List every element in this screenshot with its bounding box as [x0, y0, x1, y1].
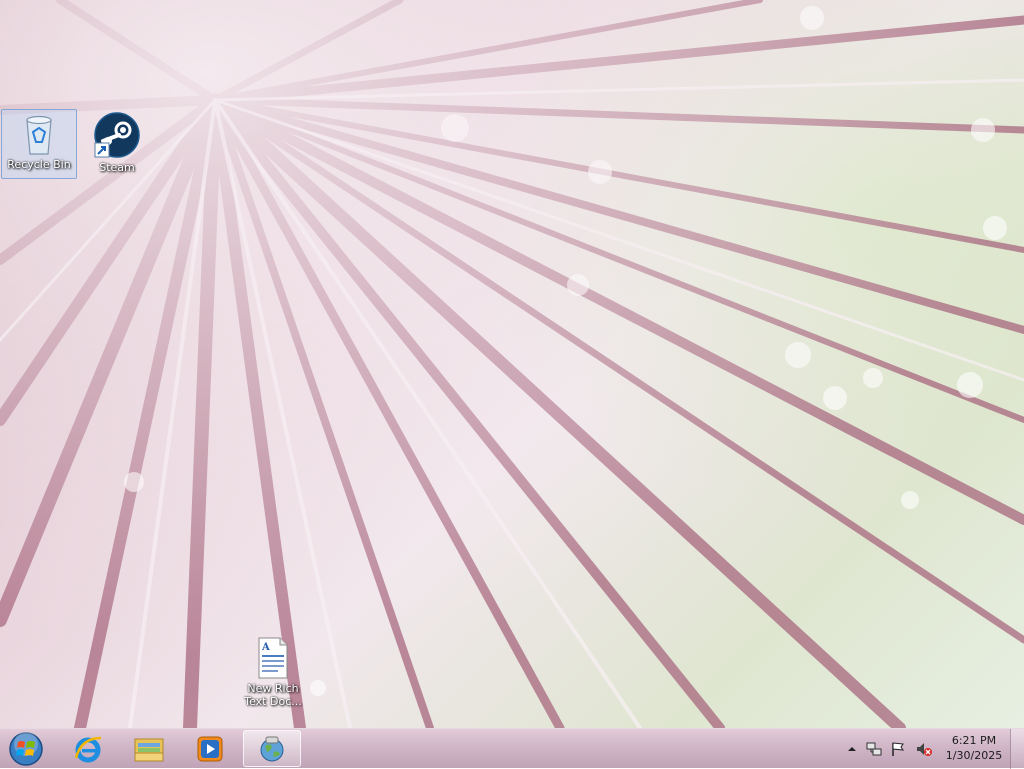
volume-muted-icon[interactable]: [916, 741, 932, 757]
desktop-icon-label: New Rich Text Doc...: [244, 682, 302, 708]
taskbar: 6:21 PM 1/30/2025: [0, 728, 1024, 769]
desktop[interactable]: Recycle Bin Steam A New Rich Text Doc...: [0, 0, 1024, 728]
desktop-icon-steam[interactable]: Steam: [79, 109, 155, 179]
desktop-icon-recycle-bin[interactable]: Recycle Bin: [1, 109, 77, 179]
taskbar-network-connection[interactable]: [243, 730, 301, 767]
desktop-icon-label: Steam: [99, 161, 135, 174]
svg-text:A: A: [261, 642, 270, 653]
steam-icon: [94, 112, 140, 158]
internet-explorer-icon: [74, 736, 102, 762]
taskbar-windows-explorer[interactable]: [120, 730, 178, 767]
taskbar-clock[interactable]: 6:21 PM 1/30/2025: [940, 733, 1008, 763]
network-globe-icon: [260, 736, 284, 761]
clock-time: 6:21 PM: [951, 734, 997, 747]
rich-text-document-icon: A: [258, 637, 288, 679]
action-center-flag-icon[interactable]: [890, 741, 906, 757]
desktop-icon-label: Recycle Bin: [7, 158, 71, 171]
show-hidden-icons-arrow[interactable]: [844, 741, 860, 757]
show-desktop-button[interactable]: [1010, 729, 1024, 769]
taskbar-internet-explorer[interactable]: [59, 730, 117, 767]
recycle-bin-icon: [26, 115, 52, 155]
desktop-icon-new-rich-text-document[interactable]: A New Rich Text Doc...: [235, 634, 311, 714]
clock-date: 1/30/2025: [945, 749, 1003, 762]
taskbar-windows-media-player[interactable]: [181, 730, 239, 767]
network-icon[interactable]: [866, 741, 882, 757]
media-player-icon: [197, 736, 223, 761]
folder-library-icon: [134, 738, 164, 761]
windows-start-orb-icon: [9, 732, 43, 766]
start-button[interactable]: [6, 731, 46, 767]
